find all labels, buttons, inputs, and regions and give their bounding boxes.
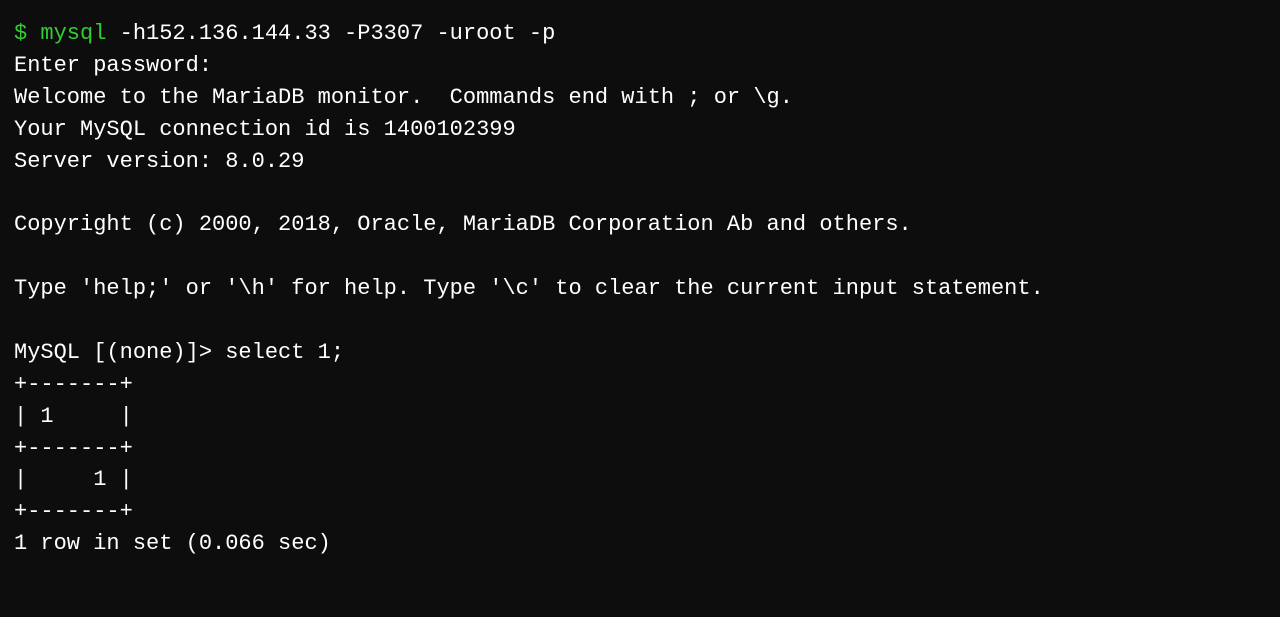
output-line-1: Enter password: <box>14 50 1266 82</box>
table-header: | 1 | <box>14 401 1266 433</box>
output-line-6: Type 'help;' or '\h' for help. Type '\c'… <box>14 273 1266 305</box>
command-text: mysql <box>40 21 106 46</box>
mysql-prompt-line: MySQL [(none)]> select 1; <box>14 337 1266 369</box>
table-border-2: +-------+ <box>14 433 1266 465</box>
table-row: | 1 | <box>14 464 1266 496</box>
command-line: $ mysql -h152.136.144.33 -P3307 -uroot -… <box>14 18 1266 50</box>
command-args: -h152.136.144.33 -P3307 -uroot -p <box>106 21 555 46</box>
empty-line-3 <box>14 305 1266 337</box>
empty-line-1 <box>14 177 1266 209</box>
output-line-4: Server version: 8.0.29 <box>14 146 1266 178</box>
prompt-symbol: $ <box>14 21 40 46</box>
table-border-1: +-------+ <box>14 369 1266 401</box>
terminal-window: $ mysql -h152.136.144.33 -P3307 -uroot -… <box>14 18 1266 599</box>
output-line-3: Your MySQL connection id is 1400102399 <box>14 114 1266 146</box>
empty-line-2 <box>14 241 1266 273</box>
result-summary: 1 row in set (0.066 sec) <box>14 528 1266 560</box>
output-line-5: Copyright (c) 2000, 2018, Oracle, MariaD… <box>14 209 1266 241</box>
table-border-3: +-------+ <box>14 496 1266 528</box>
output-line-2: Welcome to the MariaDB monitor. Commands… <box>14 82 1266 114</box>
